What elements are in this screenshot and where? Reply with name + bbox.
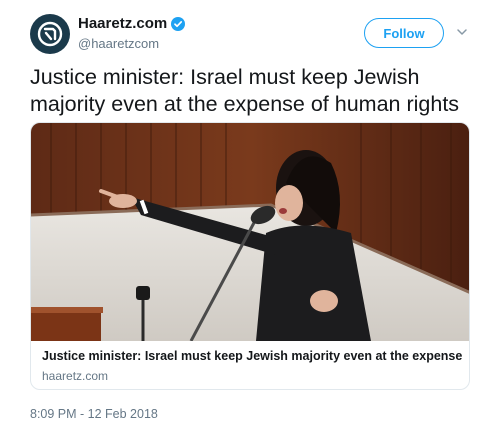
account-name-row[interactable]: Haaretz.com	[78, 15, 186, 32]
verified-badge-icon	[171, 16, 186, 31]
display-name[interactable]: Haaretz.com	[78, 15, 167, 32]
tweet-text: Justice minister: Israel must keep Jewis…	[30, 65, 460, 116]
link-card[interactable]: Justice minister: Israel must keep Jewis…	[30, 122, 470, 390]
chevron-down-icon[interactable]	[456, 26, 468, 38]
haaretz-logo-icon	[37, 21, 63, 47]
follow-button[interactable]: Follow	[364, 18, 444, 48]
tweet-timestamp[interactable]: 8:09 PM - 12 Feb 2018	[30, 407, 158, 421]
tweet: Haaretz.com @haaretzcom Follow Justice m…	[0, 0, 500, 430]
card-domain: haaretz.com	[42, 369, 109, 383]
avatar[interactable]	[30, 14, 70, 54]
account-handle[interactable]: @haaretzcom	[78, 36, 159, 51]
card-image[interactable]	[31, 123, 470, 341]
card-title[interactable]: Justice minister: Israel must keep Jewis…	[42, 349, 462, 363]
